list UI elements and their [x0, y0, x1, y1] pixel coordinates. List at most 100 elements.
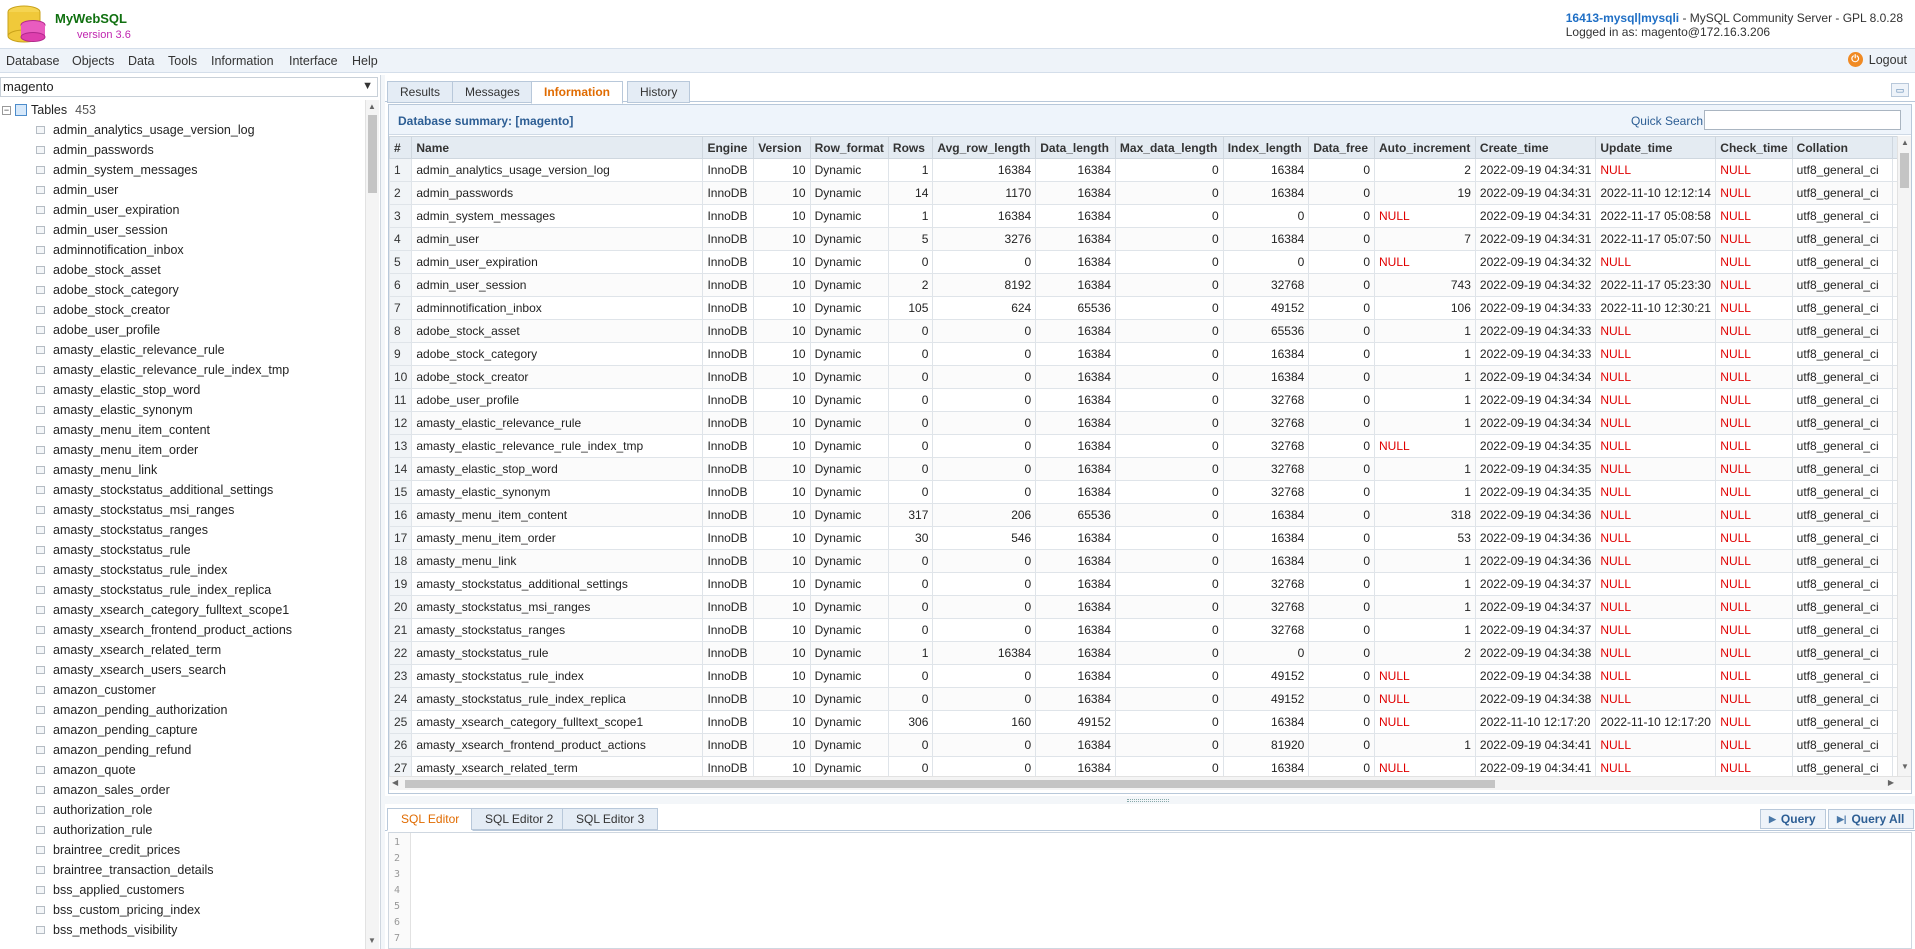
- tree-item-table[interactable]: admin_analytics_usage_version_log: [36, 121, 255, 139]
- splitter-grip-icon[interactable]: [1127, 799, 1169, 802]
- collapse-icon[interactable]: −: [2, 105, 11, 115]
- tree-item-table[interactable]: amasty_menu_link: [36, 461, 157, 479]
- menu-interface[interactable]: Interface: [289, 54, 338, 68]
- table-row[interactable]: 20 amasty_stockstatus_msi_ranges InnoDB 10 D…: [389, 595, 1911, 619]
- sidebar-scrollbar[interactable]: ▲ ▼: [365, 100, 379, 949]
- column-header[interactable]: Collation: [1791, 136, 1894, 159]
- tree-item-table[interactable]: amasty_elastic_relevance_rule_index_tmp: [36, 361, 289, 379]
- menu-tools[interactable]: Tools: [168, 54, 197, 68]
- sidebar-scroll-thumb[interactable]: [368, 115, 377, 193]
- tree-item-table[interactable]: admin_system_messages: [36, 161, 198, 179]
- tab-sql-editor[interactable]: SQL Editor: [387, 808, 474, 831]
- table-row[interactable]: 12 amasty_elastic_relevance_rule InnoDB 10 D…: [389, 411, 1911, 435]
- scroll-down-icon[interactable]: ▼: [1901, 762, 1909, 771]
- grid-vertical-scrollbar[interactable]: ▲ ▼: [1897, 136, 1911, 776]
- column-header[interactable]: Row_format: [809, 136, 889, 159]
- table-row[interactable]: 5 admin_user_expiration InnoDB 10 Dynamic 0 0 1…: [389, 250, 1911, 274]
- tree-item-table[interactable]: amazon_pending_capture: [36, 721, 198, 739]
- table-row[interactable]: 14 amasty_elastic_stop_word InnoDB 10 Dynami…: [389, 457, 1911, 481]
- menu-help[interactable]: Help: [352, 54, 378, 68]
- tree-item-table[interactable]: amasty_stockstatus_ranges: [36, 521, 208, 539]
- tree-item-table[interactable]: amasty_stockstatus_msi_ranges: [36, 501, 234, 519]
- tab-history[interactable]: History: [627, 81, 691, 103]
- tree-item-table[interactable]: admin_user_session: [36, 221, 168, 239]
- tree-item-table[interactable]: amazon_sales_order: [36, 781, 170, 799]
- table-row[interactable]: 16 amasty_menu_item_content InnoDB 10 Dynami…: [389, 503, 1911, 527]
- query-all-button[interactable]: ▶| Query All: [1828, 809, 1915, 829]
- column-header[interactable]: #: [389, 136, 413, 159]
- column-header[interactable]: Engine: [702, 136, 755, 159]
- tree-item-table[interactable]: amasty_xsearch_category_fulltext_scope1: [36, 601, 289, 619]
- tree-item-table[interactable]: amasty_elastic_synonym: [36, 401, 193, 419]
- table-row[interactable]: 13 amasty_elastic_relevance_rule_index_tm…: [389, 434, 1911, 458]
- tree-item-table[interactable]: amazon_pending_refund: [36, 741, 191, 759]
- table-row[interactable]: 26 amasty_xsearch_frontend_product_action…: [389, 733, 1911, 757]
- tree-item-table[interactable]: amasty_elastic_relevance_rule: [36, 341, 225, 359]
- table-row[interactable]: 10 adobe_stock_creator InnoDB 10 Dynamic 0 0 16…: [389, 365, 1911, 389]
- tree-item-table[interactable]: amasty_elastic_stop_word: [36, 381, 200, 399]
- sql-editor[interactable]: 1 2 3 4 5 6 7: [388, 832, 1912, 949]
- menu-objects[interactable]: Objects: [72, 54, 114, 68]
- column-header[interactable]: Check_time: [1715, 136, 1793, 159]
- tree-item-table[interactable]: braintree_credit_prices: [36, 841, 180, 859]
- tree-item-table[interactable]: bss_custom_pricing_index: [36, 901, 200, 919]
- grid-horizontal-scrollbar[interactable]: ◀ ▶: [389, 776, 1911, 790]
- menu-data[interactable]: Data: [128, 54, 154, 68]
- tree-item-table[interactable]: adobe_stock_creator: [36, 301, 170, 319]
- tree-item-table[interactable]: amasty_menu_item_content: [36, 421, 210, 439]
- quick-search-input[interactable]: [1704, 110, 1901, 130]
- column-header[interactable]: Max_data_length: [1114, 136, 1224, 159]
- tab-sql-editor-2[interactable]: SQL Editor 2: [471, 808, 568, 830]
- tree-item-table[interactable]: amasty_xsearch_frontend_product_actions: [36, 621, 292, 639]
- tree-item-table[interactable]: amasty_stockstatus_rule_index: [36, 561, 227, 579]
- query-button[interactable]: ▶ Query: [1760, 809, 1826, 829]
- table-row[interactable]: 8 adobe_stock_asset InnoDB 10 Dynamic 0 0 16384…: [389, 319, 1911, 343]
- maximize-icon[interactable]: ▭: [1891, 83, 1909, 97]
- tree-item-table[interactable]: adminnotification_inbox: [36, 241, 184, 259]
- tree-item-table[interactable]: admin_user_expiration: [36, 201, 179, 219]
- tree-item-table[interactable]: braintree_transaction_details: [36, 861, 214, 879]
- table-row[interactable]: 7 adminnotification_inbox InnoDB 10 Dynamic 1…: [389, 296, 1911, 320]
- database-select[interactable]: magento ▼: [0, 77, 378, 97]
- tree-item-table[interactable]: adobe_user_profile: [36, 321, 160, 339]
- tree-item-table[interactable]: amazon_pending_authorization: [36, 701, 227, 719]
- tree-item-table[interactable]: adobe_stock_asset: [36, 261, 161, 279]
- tree-root-tables[interactable]: − Tables 453: [2, 102, 96, 118]
- column-header[interactable]: Version: [753, 136, 811, 159]
- table-row[interactable]: 3 admin_system_messages InnoDB 10 Dynamic 1 16…: [389, 204, 1911, 228]
- column-header[interactable]: Data_length: [1035, 136, 1116, 159]
- tab-sql-editor-3[interactable]: SQL Editor 3: [562, 808, 659, 830]
- tree-item-table[interactable]: adobe_stock_category: [36, 281, 179, 299]
- column-header[interactable]: Index_length: [1222, 136, 1310, 159]
- table-row[interactable]: 19 amasty_stockstatus_additional_settings…: [389, 572, 1911, 596]
- tree-item-table[interactable]: amasty_stockstatus_additional_settings: [36, 481, 273, 499]
- tree-item-table[interactable]: authorization_rule: [36, 821, 152, 839]
- grid-vscroll-thumb[interactable]: [1900, 153, 1909, 188]
- tab-messages[interactable]: Messages: [452, 81, 533, 103]
- table-row[interactable]: 24 amasty_stockstatus_rule_index_replica I…: [389, 687, 1911, 711]
- column-header[interactable]: Rows: [887, 136, 934, 159]
- column-header[interactable]: Update_time: [1595, 136, 1717, 159]
- scroll-up-icon[interactable]: ▲: [1901, 138, 1909, 147]
- table-row[interactable]: 4 admin_user InnoDB 10 Dynamic 5 3276 16384 0 163…: [389, 227, 1911, 251]
- scroll-down-icon[interactable]: ▼: [368, 936, 376, 945]
- tree-item-table[interactable]: authorization_role: [36, 801, 152, 819]
- tree-item-table[interactable]: admin_user: [36, 181, 118, 199]
- table-row[interactable]: 9 adobe_stock_category InnoDB 10 Dynamic 0 0 16…: [389, 342, 1911, 366]
- tree-item-table[interactable]: amasty_stockstatus_rule: [36, 541, 191, 559]
- logout-button[interactable]: ⏻ Logout: [1847, 52, 1907, 67]
- tab-results[interactable]: Results: [387, 81, 454, 103]
- column-header[interactable]: Name: [411, 136, 704, 159]
- scroll-right-icon[interactable]: ▶: [1888, 778, 1894, 787]
- column-header[interactable]: Avg_row_length: [932, 136, 1037, 159]
- tree-item-table[interactable]: amazon_customer: [36, 681, 156, 699]
- horizontal-splitter[interactable]: [385, 796, 1915, 804]
- table-row[interactable]: 1 admin_analytics_usage_version_log InnoDB…: [389, 158, 1911, 182]
- table-row[interactable]: 11 adobe_user_profile InnoDB 10 Dynamic 0 0 163…: [389, 388, 1911, 412]
- column-header[interactable]: Auto_increment: [1374, 136, 1476, 159]
- tree-item-table[interactable]: bss_methods_visibility: [36, 921, 177, 939]
- tree-item-table[interactable]: amasty_stockstatus_rule_index_replica: [36, 581, 271, 599]
- table-row[interactable]: 6 admin_user_session InnoDB 10 Dynamic 2 8192 1…: [389, 273, 1911, 297]
- table-row[interactable]: 23 amasty_stockstatus_rule_index InnoDB 10 D…: [389, 664, 1911, 688]
- column-header[interactable]: Data_free: [1308, 136, 1375, 159]
